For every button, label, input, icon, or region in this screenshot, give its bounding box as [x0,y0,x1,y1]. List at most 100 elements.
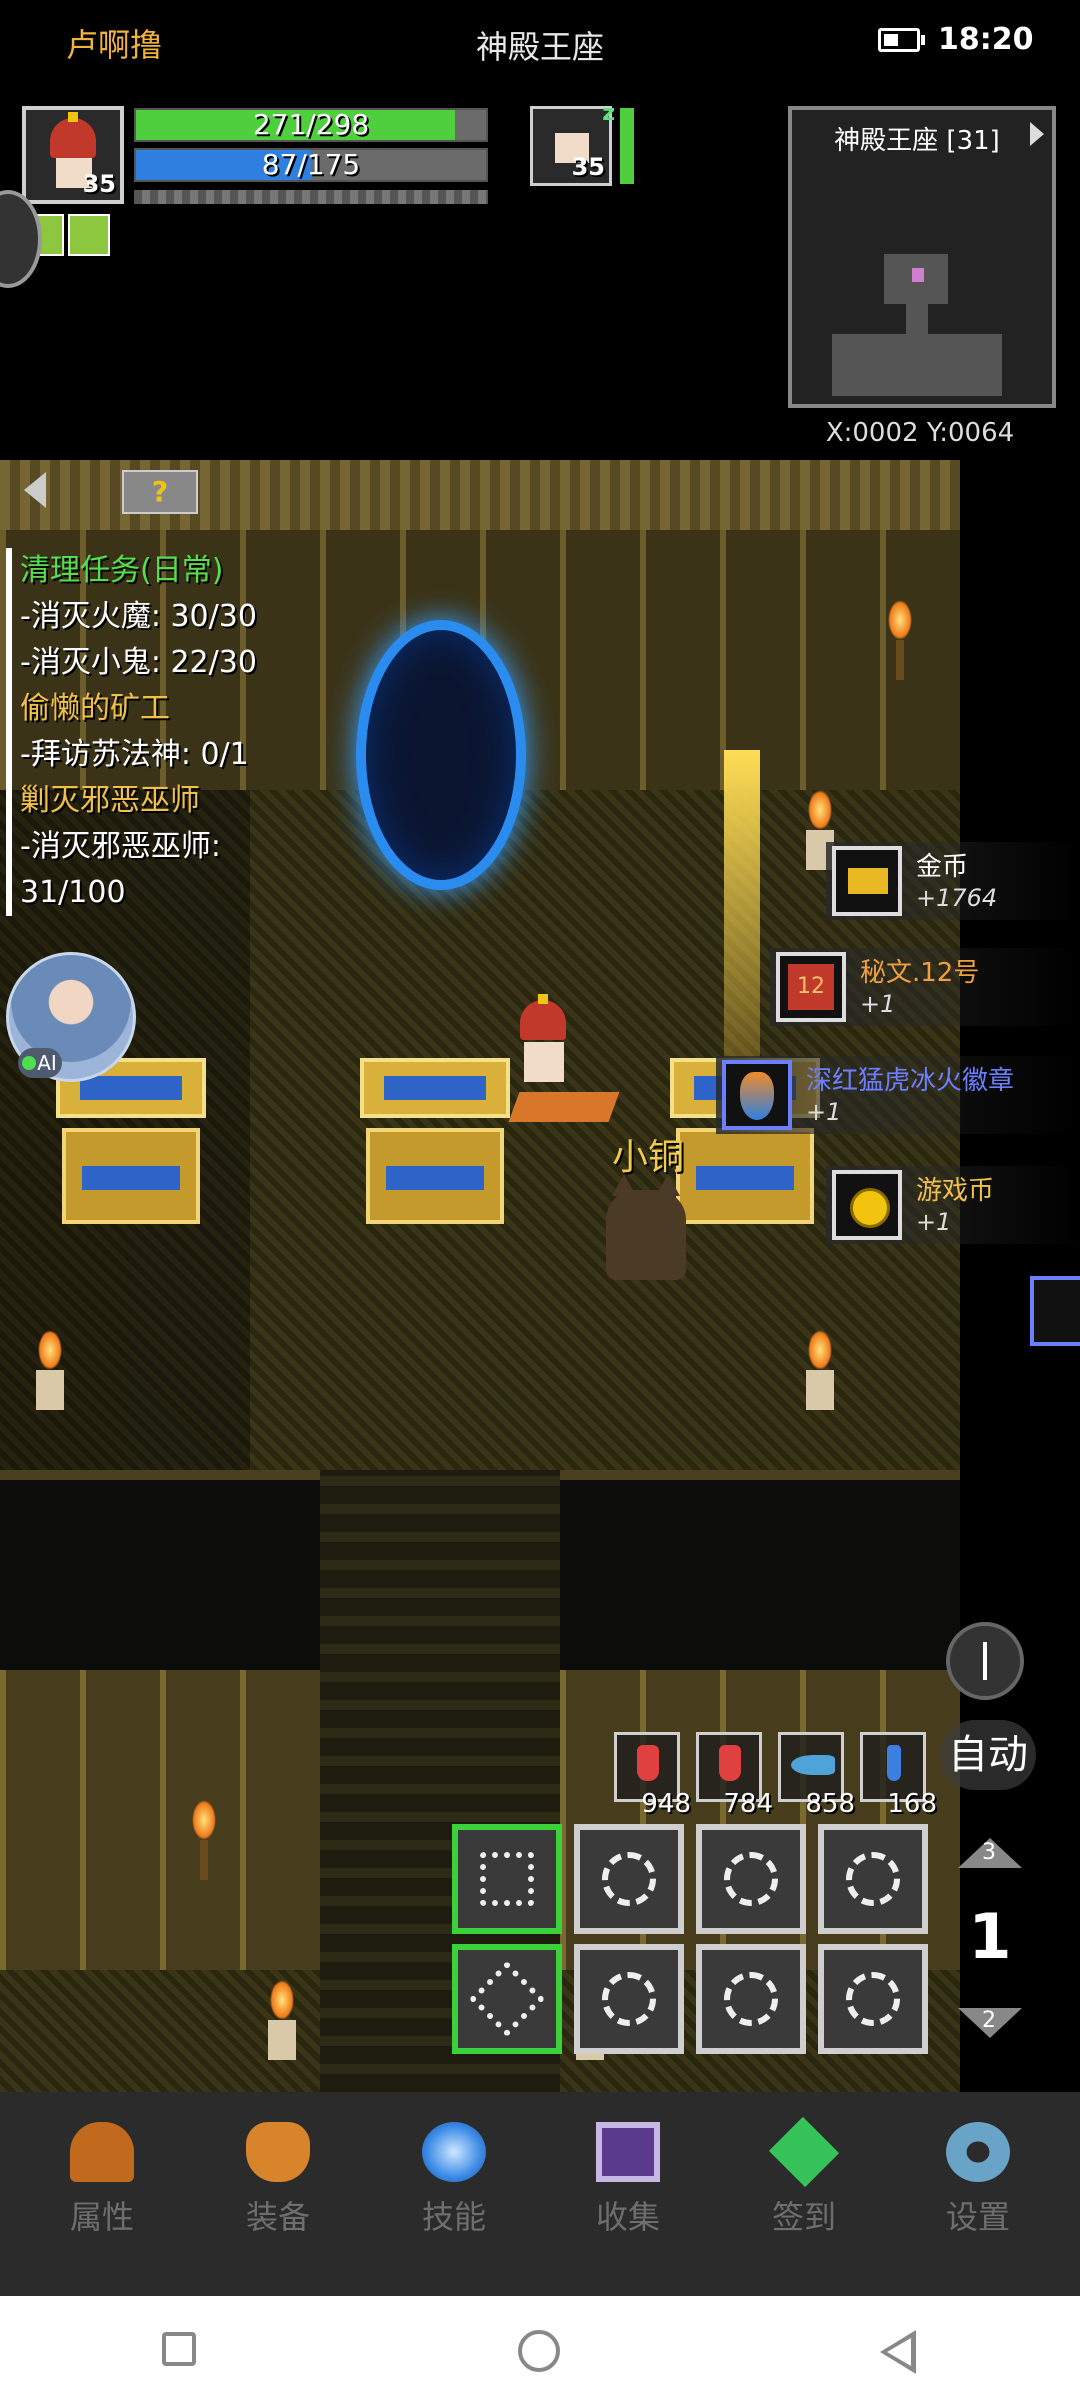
hp-text: 271/298 [252,108,370,141]
skill-icon [724,1852,778,1906]
loot-count: +1 [806,1098,842,1126]
bottom-nav: 属性 装备 技能 收集 签到 设置 [0,2092,1080,2296]
pet-name-label: 小铜 [612,1137,685,1178]
skill-icon [602,1852,656,1906]
treasure-chest[interactable] [56,1058,206,1228]
skill-gem-icon [422,2122,486,2182]
skill-icon [724,1972,778,2026]
potion-slot[interactable]: 858 [778,1732,855,1819]
lower-wall-left [0,1670,320,1970]
skill-slot[interactable] [452,1944,562,2054]
pet-avatar[interactable]: z 35 [530,101,615,186]
quest-objective-progress: 31/100 [20,875,126,910]
map-corridor [906,304,928,334]
pet-level: 35 [571,153,605,181]
battery-icon [878,28,925,52]
nav-label: 技能 [421,2198,486,2236]
nav-attributes[interactable]: 属性 [32,2122,172,2272]
ai-badge: AI [18,1048,62,1078]
potion-count: 168 [887,1789,937,1819]
book-icon [596,2122,660,2182]
nav-label: 设置 [945,2198,1010,2236]
nav-label: 签到 [771,2198,836,2236]
player-avatar[interactable]: 35 [22,106,124,204]
skill-slot[interactable] [818,1824,928,1934]
pet-character[interactable] [606,1174,686,1280]
skill-slot[interactable] [696,1944,806,2054]
nav-label: 属性 [69,2198,134,2236]
loot-count: +1 [860,990,896,1018]
nav-collection[interactable]: 收集 [558,2122,698,2272]
minimap-title: 神殿王座 [31] [834,126,1000,156]
skill-page-up-button[interactable]: 3 [958,1838,1022,1868]
nav-equipment[interactable]: 装备 [208,2122,348,2272]
skill-slot[interactable] [574,1944,684,2054]
buff-icon[interactable] [68,214,110,256]
red-potion-icon [719,1745,741,1781]
back-icon[interactable] [880,2330,916,2374]
coordinates: X:0002 Y:0064 [825,418,1015,448]
potion-count: 784 [723,1789,773,1819]
collapse-arrow-icon[interactable] [24,472,46,508]
gold-bars-icon [832,846,902,916]
coin-icon [832,1170,902,1240]
wall-torch-icon [184,1800,224,1880]
skill-slot[interactable] [574,1824,684,1934]
potion-count: 948 [641,1789,691,1819]
page-up-number: 3 [982,1840,996,1865]
expand-arrow-icon[interactable] [1030,122,1044,146]
treasure-chest[interactable] [360,1058,510,1228]
recent-apps-icon[interactable] [162,2332,196,2366]
fish-icon [791,1755,835,1775]
brazier-icon [30,1330,70,1410]
skill-slot[interactable] [696,1824,806,1934]
potion-count: 858 [805,1789,855,1819]
nav-settings[interactable]: 设置 [908,2122,1048,2272]
skill-icon [846,1852,900,1906]
nav-label: 收集 [595,2198,660,2236]
player-level: 35 [82,170,116,198]
skill-page-number: 1 [968,1900,1012,1973]
helmet-icon [70,2122,134,2182]
potion-slot[interactable]: 948 [614,1732,691,1819]
loot-name: 游戏币 [916,1176,995,1206]
quest-objective: -消灭邪恶巫师: [20,829,221,864]
minimap[interactable]: 神殿王座 [31] [788,106,1056,408]
badge-icon [722,1060,792,1130]
loot-name: 深红猛虎冰火徽章 [806,1066,1015,1096]
help-button[interactable]: ? [122,470,198,514]
potion-slot[interactable]: 168 [860,1732,937,1819]
nav-skills[interactable]: 技能 [384,2122,524,2272]
dark-pit-right [560,1470,960,1680]
loot-name: 金币 [916,852,969,882]
brazier-icon [262,1980,302,2060]
hp-bar: 271/298 [134,108,488,142]
quest-title: 清理任务(日常) [20,553,224,588]
timer-button[interactable] [946,1622,1024,1700]
blue-potion-icon [887,1745,901,1781]
player-character[interactable] [494,994,620,1130]
potion-slot[interactable]: 784 [696,1732,773,1819]
nav-checkin[interactable]: 签到 [734,2116,874,2272]
skill-icon [846,1972,900,2026]
dark-pit-left [0,1470,320,1680]
quest-log[interactable]: 清理任务(日常) -消灭火魔: 30/30 -消灭小鬼: 22/30 偷懒的矿工… [6,548,320,916]
blue-portal[interactable] [356,620,526,890]
skill-slot[interactable] [818,1944,928,2054]
quest-title: 偷懒的矿工 [20,691,170,726]
auto-button[interactable]: 自动 [940,1720,1036,1790]
quest-title: 剿灭邪恶巫师 [20,783,200,818]
skill-slot[interactable] [452,1824,562,1934]
skill-page-down-button[interactable]: 2 [958,2008,1022,2038]
brazier-icon [800,1330,840,1410]
side-menu-button[interactable] [0,190,42,288]
xp-bar [134,190,488,204]
rune-12-icon: 12 [776,952,846,1022]
bag-icon [246,2122,310,2182]
page-down-number: 2 [982,2008,996,2033]
loot-notification: 金币 +1764 [826,842,1080,920]
home-icon[interactable] [518,2330,560,2372]
player-marker-icon [912,268,924,282]
skill-icon [480,1852,534,1906]
light-beam [724,750,760,1080]
